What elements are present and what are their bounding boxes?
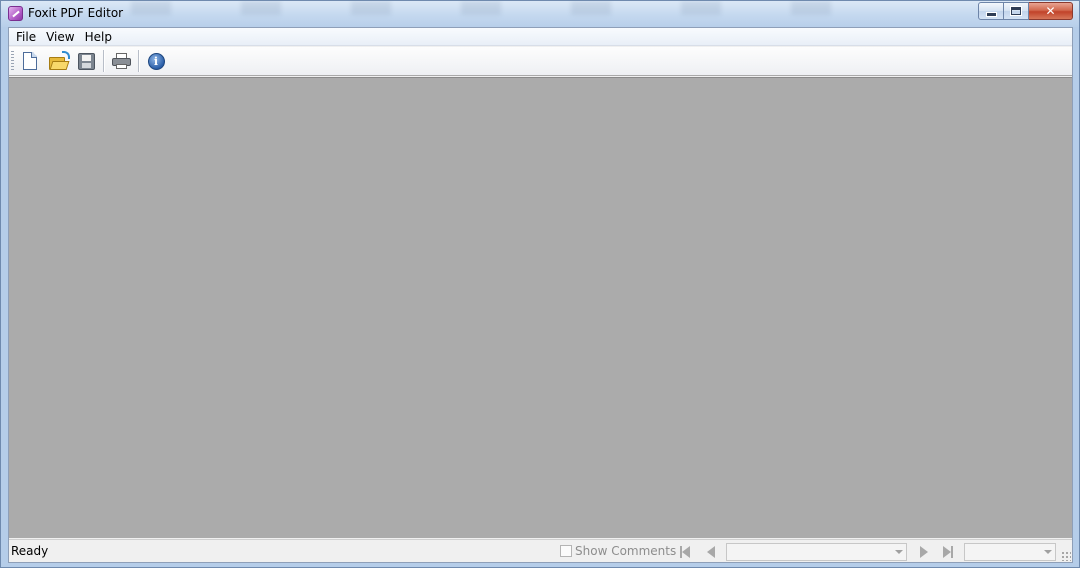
status-bar: Ready Show Comments <box>9 539 1072 562</box>
minimize-button[interactable] <box>978 2 1004 20</box>
save-icon <box>77 52 95 70</box>
client-area: File View Help i Ready Show Comments <box>8 27 1073 563</box>
menu-help[interactable]: Help <box>80 28 117 46</box>
document-area[interactable] <box>9 77 1072 538</box>
next-page-icon <box>920 545 928 558</box>
menu-bar: File View Help <box>9 28 1072 46</box>
first-page-button[interactable] <box>677 544 693 559</box>
menu-file[interactable]: File <box>11 28 41 46</box>
window-title: Foxit PDF Editor <box>28 6 124 20</box>
last-page-icon <box>943 545 951 558</box>
print-button[interactable] <box>108 49 134 73</box>
new-button[interactable] <box>17 49 43 73</box>
caption-buttons: ✕ <box>978 2 1073 20</box>
maximize-button[interactable] <box>1004 2 1029 20</box>
toolbar-separator <box>103 50 104 72</box>
close-button[interactable]: ✕ <box>1029 2 1073 20</box>
chevron-down-icon <box>895 550 903 554</box>
status-text: Ready <box>11 544 49 558</box>
new-document-icon <box>23 52 37 70</box>
show-comments-label: Show Comments <box>575 544 677 558</box>
info-icon: i <box>147 52 165 70</box>
background-blur <box>131 1 879 15</box>
previous-page-icon <box>707 545 715 558</box>
title-bar[interactable]: Foxit PDF Editor ✕ <box>1 1 1079 27</box>
resize-grip-icon[interactable] <box>1061 551 1071 561</box>
page-number-field[interactable] <box>726 543 907 561</box>
app-icon[interactable] <box>8 6 23 21</box>
toolbar-grip[interactable] <box>11 51 14 71</box>
next-page-button[interactable] <box>916 544 932 559</box>
print-icon <box>111 53 131 69</box>
show-comments-checkbox[interactable] <box>560 545 572 557</box>
toolbar-separator <box>138 50 139 72</box>
open-folder-icon <box>48 51 70 70</box>
show-comments-toggle[interactable]: Show Comments <box>560 544 676 558</box>
last-page-button[interactable] <box>940 544 956 559</box>
chevron-down-icon <box>1044 550 1052 554</box>
menu-view[interactable]: View <box>41 28 79 46</box>
toolbar: i <box>9 47 1072 76</box>
app-window: Foxit PDF Editor ✕ File View Help i Read… <box>0 0 1080 568</box>
previous-page-button[interactable] <box>703 544 719 559</box>
open-button[interactable] <box>45 49 71 73</box>
about-button[interactable]: i <box>143 49 169 73</box>
zoom-field[interactable] <box>964 543 1056 561</box>
save-button[interactable] <box>73 49 99 73</box>
minimize-icon <box>986 12 996 16</box>
maximize-icon <box>1011 7 1021 15</box>
close-icon: ✕ <box>1045 4 1056 18</box>
